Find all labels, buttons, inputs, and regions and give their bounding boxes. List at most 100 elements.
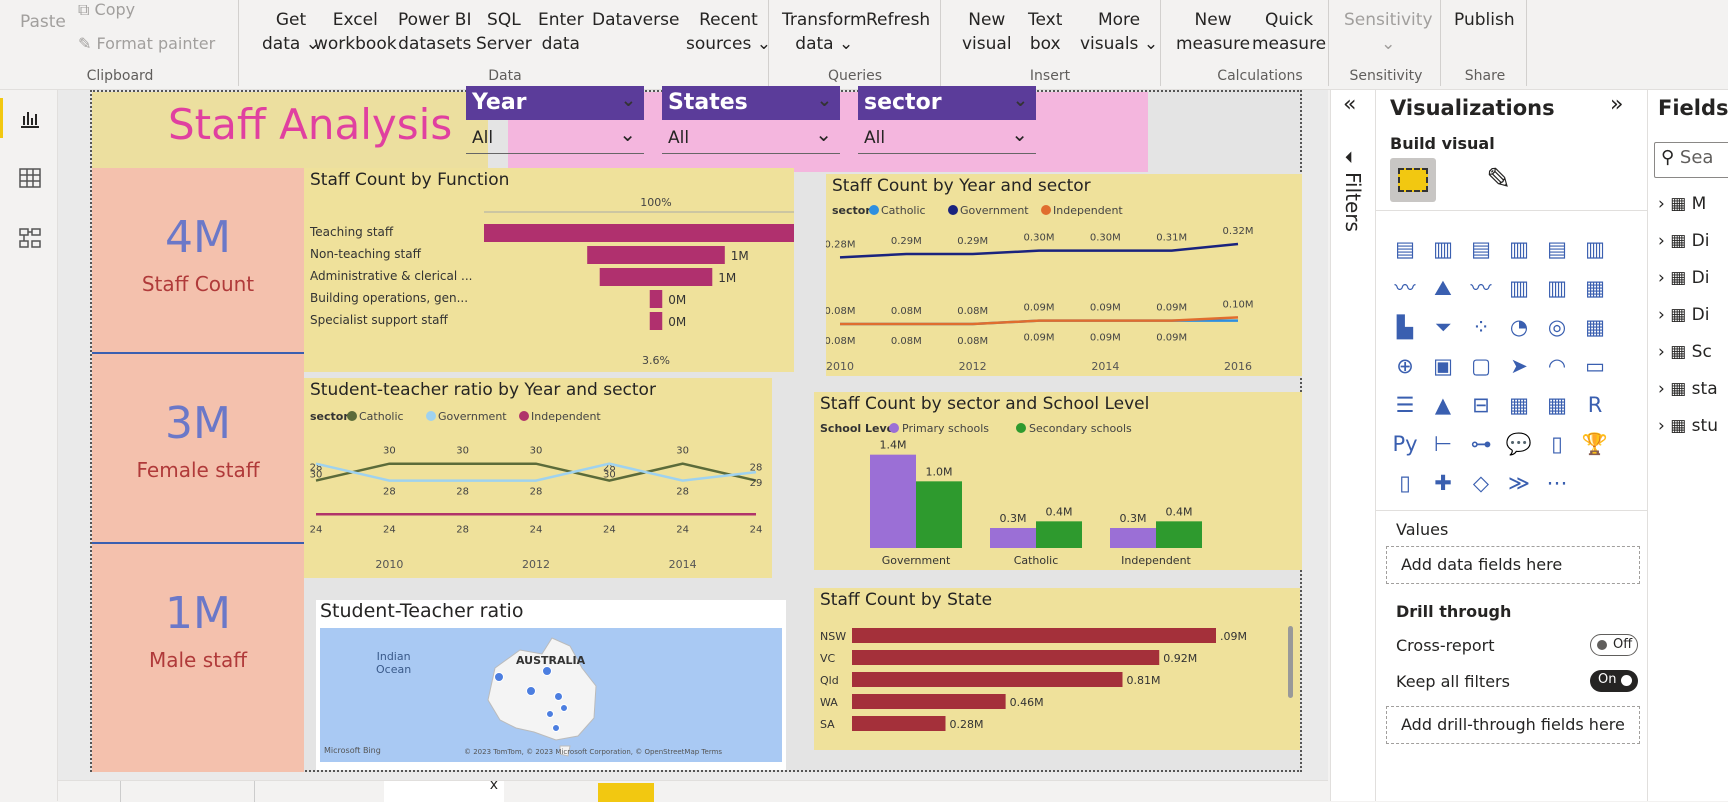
- chevron-down-icon[interactable]: ⌄: [621, 90, 636, 111]
- clustered-column-chart-icon[interactable]: ▥: [1504, 234, 1534, 264]
- close-icon[interactable]: x: [490, 777, 498, 793]
- multi-row-card-icon[interactable]: ☰: [1390, 390, 1420, 420]
- table-view-icon[interactable]: [18, 166, 42, 190]
- 100-stacked-column-chart-icon[interactable]: ▥: [1580, 234, 1610, 264]
- bar-tile-state[interactable]: Staff Count by State NSW .09M VC 0.92M Qld 0.…: [814, 588, 1300, 750]
- area-chart-icon[interactable]: ⛰: [1428, 273, 1458, 303]
- field-table-item[interactable]: › ▦ stu: [1658, 416, 1728, 444]
- map-tile[interactable]: Student-Teacher ratio Indian Ocean AUSTRA…: [316, 600, 786, 770]
- recent-sources-button[interactable]: Recent sources ⌄: [686, 8, 771, 56]
- line-column-chart-icon[interactable]: ▥: [1504, 273, 1534, 303]
- field-table-item[interactable]: › ▦ sta: [1658, 379, 1728, 407]
- power-apps-icon[interactable]: ✚: [1428, 468, 1458, 498]
- dataverse-button[interactable]: Dataverse: [592, 8, 679, 32]
- chevron-down-icon[interactable]: ⌄: [1013, 90, 1028, 111]
- values-well[interactable]: Add data fields here: [1386, 546, 1640, 584]
- more-options-icon[interactable]: ⋯: [1542, 468, 1572, 498]
- map-bubble-sa[interactable]: [526, 686, 536, 696]
- table-icon[interactable]: ▦: [1504, 390, 1534, 420]
- drill-through-well[interactable]: Add drill-through fields here: [1386, 706, 1640, 744]
- report-view-icon[interactable]: [18, 106, 42, 130]
- line-tile-ratio[interactable]: Student-teacher ratio by Year and sector…: [304, 378, 772, 578]
- qa-icon[interactable]: 💬: [1504, 429, 1534, 459]
- cross-report-toggle[interactable]: Off: [1590, 634, 1638, 656]
- clustered-bar-chart-icon[interactable]: ▤: [1466, 234, 1496, 264]
- paste-button[interactable]: Paste: [20, 10, 66, 34]
- narrative-icon[interactable]: ▯: [1542, 429, 1572, 459]
- publish-button[interactable]: Publish: [1454, 8, 1515, 32]
- donut-chart-icon[interactable]: ◎: [1542, 312, 1572, 342]
- funnel-tile[interactable]: Staff Count by Function 100% Teaching sta…: [304, 168, 794, 372]
- gauge-icon[interactable]: ◠: [1542, 351, 1572, 381]
- filled-map-icon[interactable]: ▣: [1428, 351, 1458, 381]
- more-visuals-button[interactable]: More visuals ⌄: [1080, 8, 1158, 56]
- map-icon[interactable]: ⊕: [1390, 351, 1420, 381]
- map-bubble-wa[interactable]: [494, 672, 504, 682]
- r-visual-icon[interactable]: R: [1580, 390, 1610, 420]
- power-bi-visual-icon[interactable]: ≫: [1504, 468, 1534, 498]
- field-table-item[interactable]: › ▦ Di: [1658, 305, 1728, 333]
- line-tile-staff-year-sector[interactable]: Staff Count by Year and sector sector Cat…: [826, 174, 1302, 376]
- goals-icon[interactable]: 🏆: [1580, 429, 1610, 459]
- enter-data-button[interactable]: Enter data: [538, 8, 584, 56]
- stacked-bar-chart-icon[interactable]: ▤: [1390, 234, 1420, 264]
- field-table-item[interactable]: › ▦ M: [1658, 194, 1728, 222]
- map-canvas[interactable]: Indian Ocean AUSTRALIA Microsoft Bing © 2…: [320, 628, 782, 762]
- power-automate-icon[interactable]: ◇: [1466, 468, 1496, 498]
- field-table-item[interactable]: › ▦ Di: [1658, 231, 1728, 259]
- azure-map-icon[interactable]: ➤: [1504, 351, 1534, 381]
- chart-scrollbar[interactable]: [1288, 626, 1293, 698]
- copy-button[interactable]: ⧉ Copy: [78, 0, 135, 22]
- refresh-button[interactable]: Refresh: [866, 8, 930, 32]
- new-page-tab[interactable]: [598, 783, 654, 802]
- excel-workbook-button[interactable]: Excel workbook: [314, 8, 397, 56]
- 100-stacked-bar-chart-icon[interactable]: ▤: [1542, 234, 1572, 264]
- map-bubble-qld[interactable]: [554, 692, 563, 701]
- scatter-chart-icon[interactable]: ⁘: [1466, 312, 1496, 342]
- collapse-left-icon[interactable]: «: [1343, 92, 1356, 117]
- stacked-column-chart-icon[interactable]: ▥: [1428, 234, 1458, 264]
- card-icon[interactable]: ▭: [1580, 351, 1610, 381]
- python-visual-icon[interactable]: Py: [1390, 429, 1420, 459]
- build-visual-tab[interactable]: [1390, 158, 1436, 202]
- sql-server-button[interactable]: SQL Server: [476, 8, 532, 56]
- get-data-button[interactable]: Get data ⌄: [262, 8, 320, 56]
- map-bubble-vic[interactable]: [546, 710, 554, 718]
- line-clustered-column-chart-icon[interactable]: ▥: [1542, 273, 1572, 303]
- filters-label[interactable]: Filters: [1341, 172, 1365, 232]
- keep-filters-toggle[interactable]: On: [1590, 670, 1638, 692]
- line-chart-icon[interactable]: 〰: [1390, 273, 1420, 303]
- paginated-report-icon[interactable]: ▯: [1390, 468, 1420, 498]
- pie-chart-icon[interactable]: ◔: [1504, 312, 1534, 342]
- map-bubble-nsw[interactable]: [560, 704, 568, 712]
- ribbon-chart-icon[interactable]: ▦: [1580, 273, 1610, 303]
- fields-search-input[interactable]: ⚲ Sea: [1654, 142, 1728, 178]
- slicer-dropdown-year[interactable]: All ⌄: [466, 122, 644, 154]
- funnel-chart-icon[interactable]: ⏷: [1428, 312, 1458, 342]
- quick-measure-button[interactable]: Quick measure: [1252, 8, 1326, 56]
- tab-active-page[interactable]: x: [384, 777, 504, 802]
- treemap-icon[interactable]: ▦: [1580, 312, 1610, 342]
- format-visual-icon[interactable]: ✎: [1486, 162, 1511, 197]
- decomposition-tree-icon[interactable]: ⊶: [1466, 429, 1496, 459]
- transform-data-button[interactable]: Transform data ⌄: [782, 8, 867, 56]
- sensitivity-button[interactable]: Sensitivity ⌄: [1344, 8, 1433, 56]
- stacked-area-chart-icon[interactable]: 〰: [1466, 273, 1496, 303]
- matrix-icon[interactable]: ▦: [1542, 390, 1572, 420]
- new-measure-button[interactable]: New measure: [1176, 8, 1250, 56]
- powerbi-datasets-button[interactable]: Power BI datasets: [398, 8, 471, 56]
- waterfall-chart-icon[interactable]: ▙: [1390, 312, 1420, 342]
- model-view-icon[interactable]: [18, 226, 42, 250]
- slicer-dropdown-states[interactable]: All ⌄: [662, 122, 840, 154]
- slicer-icon[interactable]: ⊟: [1466, 390, 1496, 420]
- shape-map-icon[interactable]: ▢: [1466, 351, 1496, 381]
- chevron-down-icon[interactable]: ⌄: [817, 90, 832, 111]
- slicer-dropdown-sector[interactable]: All ⌄: [858, 122, 1036, 154]
- field-table-item[interactable]: › ▦ Sc: [1658, 342, 1728, 370]
- map-bubble-nt[interactable]: [542, 666, 552, 676]
- map-bubble-tas[interactable]: [552, 724, 560, 732]
- kpi-icon[interactable]: ▲: [1428, 390, 1458, 420]
- bar-tile-sector-level[interactable]: Staff Count by sector and School Level S…: [814, 392, 1302, 570]
- new-visual-button[interactable]: New visual: [962, 8, 1012, 56]
- expand-right-icon[interactable]: »: [1610, 92, 1623, 117]
